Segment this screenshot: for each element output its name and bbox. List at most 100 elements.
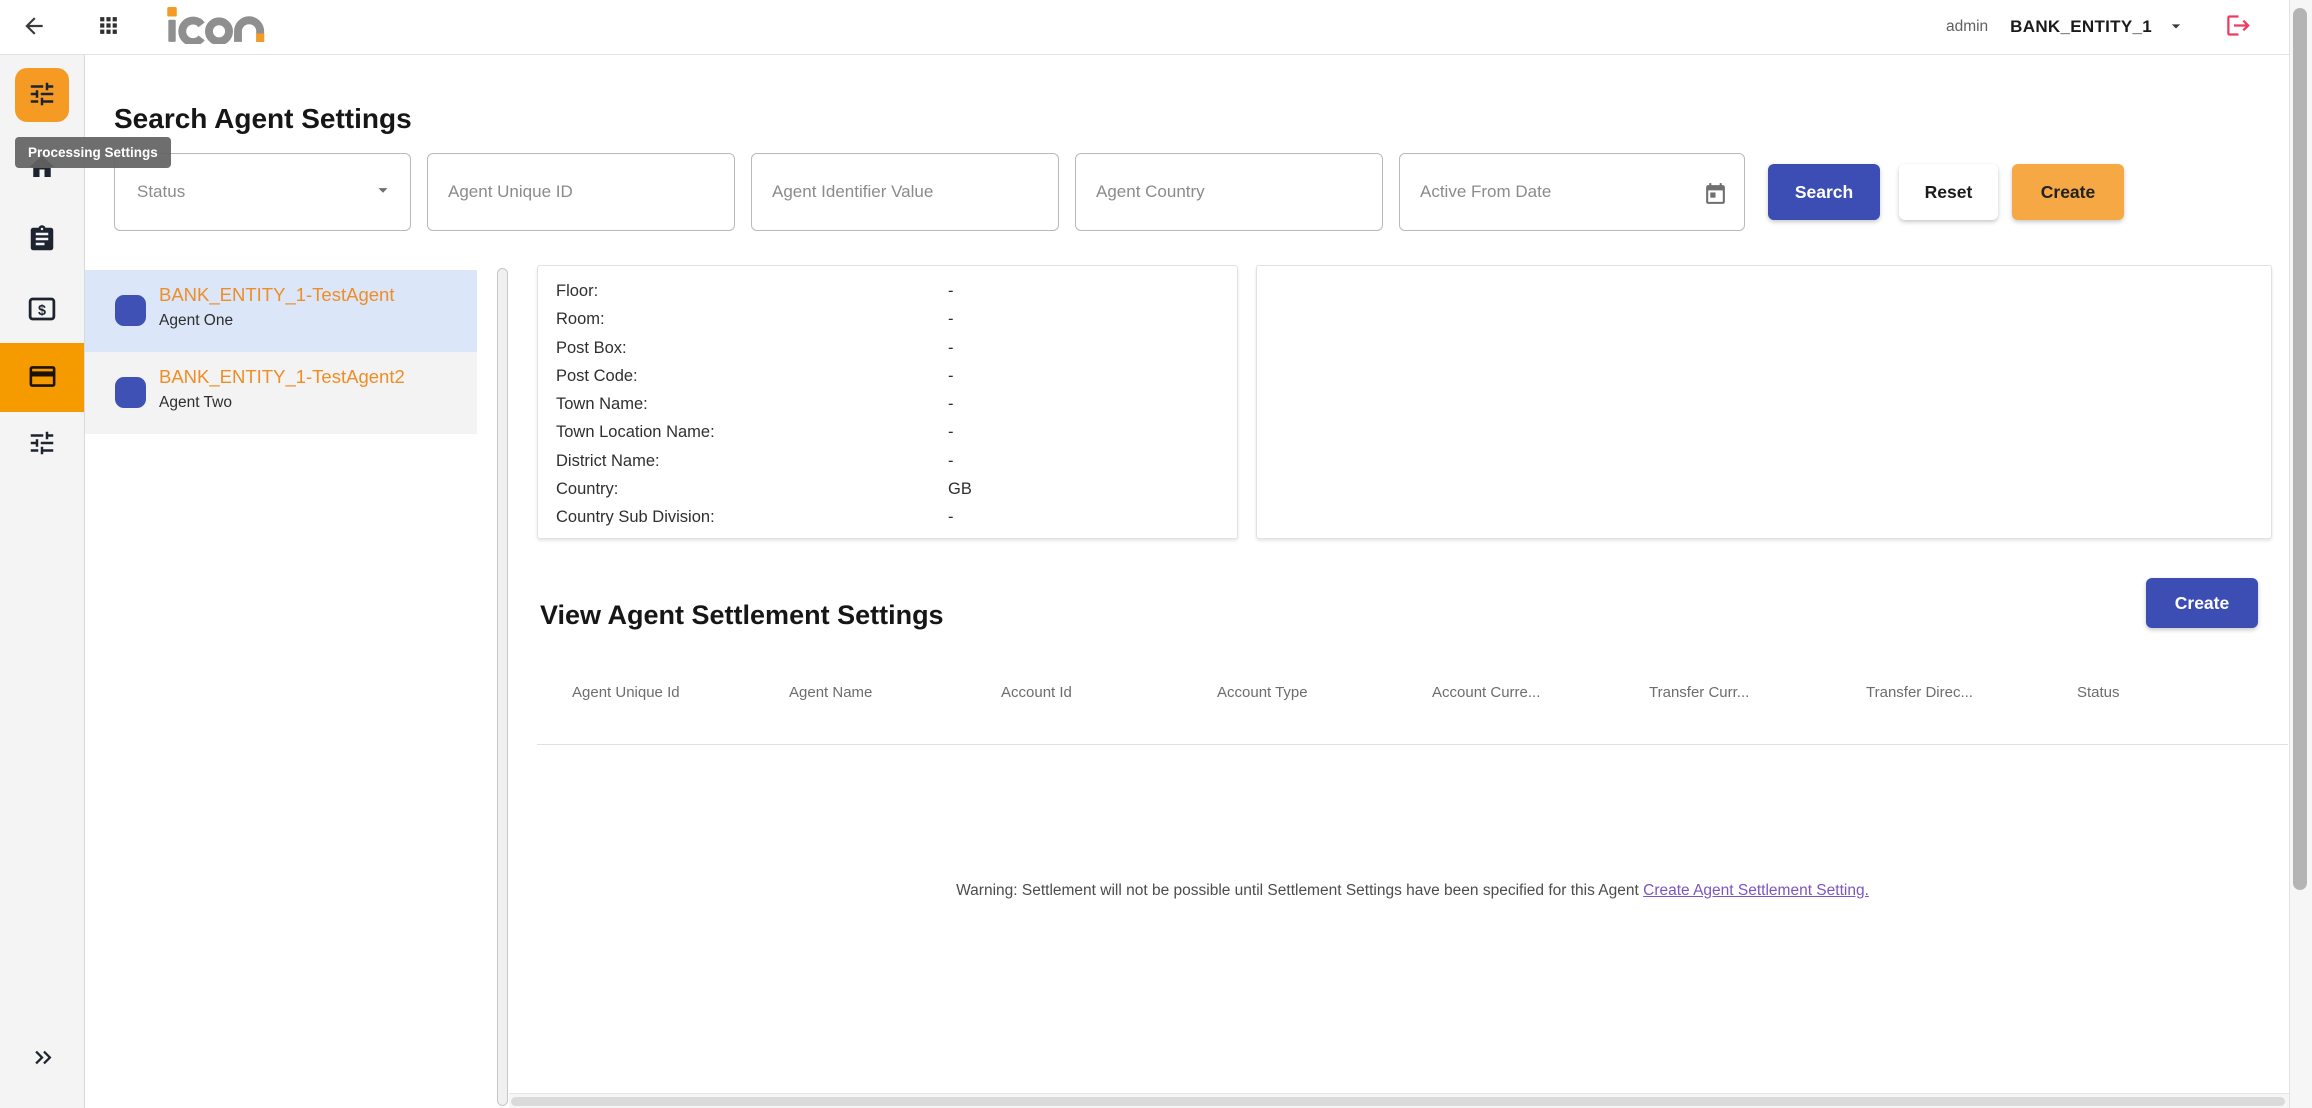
svg-text:$: $ [38,302,46,318]
clipboard-icon [27,224,57,257]
column-header-agent-name: Agent Name [789,684,872,701]
app-window: admin BANK_ENTITY_1 [0,0,2312,1108]
agent-country-input[interactable] [1076,154,1382,230]
arrow-left-icon [21,13,47,42]
processing-settings-tooltip: Processing Settings [15,137,171,168]
detail-label: District Name: [556,452,660,470]
column-header-account-id: Account Id [1001,684,1072,701]
column-header-account-type: Account Type [1217,684,1308,701]
sidebar: $ [0,55,85,1108]
detail-value: - [948,277,954,305]
content-horizontal-scrollbar-thumb[interactable] [511,1097,2285,1106]
sidebar-item-agent-settings-active[interactable] [0,343,84,412]
sidebar-item-tasks[interactable] [26,224,58,256]
dollar-icon: $ [27,294,57,327]
logout-button[interactable] [2218,7,2258,47]
sidebar-expand-button[interactable] [26,1043,58,1075]
detail-label: Post Box: [556,339,627,357]
table-header-divider [537,744,2288,745]
agent-country-field-wrap [1075,153,1383,231]
detail-pane-scrollbar[interactable] [496,266,509,1108]
detail-pane-scrollbar-thumb[interactable] [497,268,508,1106]
tune-sliders-icon-2 [27,428,57,461]
sidebar-item-payments[interactable]: $ [26,294,58,326]
column-header-status: Status [2077,684,2120,701]
agent-unique-id-input[interactable] [428,154,734,230]
settlement-warning: Warning: Settlement will not be possible… [537,882,2288,900]
detail-value: - [948,334,954,362]
create-settlement-button[interactable]: Create [2146,578,2258,628]
settlement-warning-text: Warning: Settlement will not be possible… [956,882,1639,899]
user-role-label: admin [1946,18,1988,36]
tune-sliders-icon [27,79,57,112]
active-from-date-input[interactable] [1400,154,1744,230]
double-chevron-right-icon [29,1044,56,1074]
agent-address-card: Floor: - Room: - Post Box: - Post Code: - To… [537,265,1238,539]
agent-list-item-selected[interactable]: BANK_ENTITY_1-TestAgent Agent One [85,270,477,352]
search-button[interactable]: Search [1768,164,1880,220]
chevron-down-icon [2166,16,2186,39]
top-bar: admin BANK_ENTITY_1 [0,0,2312,55]
agent-name-label: Agent Two [159,394,232,412]
apps-grid-icon [96,13,121,41]
column-header-transfer-direction: Transfer Direc... [1866,684,1973,701]
detail-label: Country Sub Division: [556,508,715,526]
detail-row: Town Location Name: - [538,418,1237,446]
agent-name-label: Agent One [159,312,233,330]
sidebar-item-processing-settings[interactable] [15,68,69,122]
calendar-icon[interactable] [1703,181,1728,209]
back-button[interactable] [14,7,54,47]
agent-unique-id-field-wrap [427,153,735,231]
detail-value: GB [948,475,972,503]
agent-list-item[interactable]: BANK_ENTITY_1-TestAgent2 Agent Two [85,352,477,434]
detail-value: - [948,305,954,333]
detail-value: - [948,362,954,390]
content-horizontal-scrollbar[interactable] [509,1093,2290,1108]
detail-value: - [948,390,954,418]
page-vertical-scrollbar-thumb[interactable] [2293,8,2307,890]
detail-label: Floor: [556,282,598,300]
detail-row: Town Name: - [538,390,1237,418]
page-vertical-scrollbar[interactable] [2289,0,2312,1108]
create-settlement-setting-link[interactable]: Create Agent Settlement Setting. [1643,882,1869,899]
agent-id-label: BANK_ENTITY_1-TestAgent [159,284,394,306]
column-header-account-currency: Account Curre... [1432,684,1540,701]
create-agent-button[interactable]: Create [2012,164,2124,220]
credit-card-icon [27,361,58,395]
column-header-agent-unique-id: Agent Unique Id [572,684,680,701]
detail-label: Post Code: [556,367,638,385]
entity-selector[interactable]: BANK_ENTITY_1 [2010,16,2186,39]
detail-value: - [948,503,954,531]
agent-secondary-card [1256,265,2272,539]
detail-label: Room: [556,310,605,328]
detail-row: Post Box: - [538,334,1237,362]
agent-avatar [115,295,146,326]
detail-label: Town Name: [556,395,648,413]
apps-grid-button[interactable] [88,7,128,47]
detail-row: Room: - [538,305,1237,333]
detail-value: - [948,447,954,475]
detail-row: Country Sub Division: - [538,503,1237,531]
agent-identifier-value-input[interactable] [752,154,1058,230]
topbar-right-group: admin BANK_ENTITY_1 [1946,0,2258,54]
icon-logo [164,6,274,49]
detail-row: Post Code: - [538,362,1237,390]
topbar-left-group [0,0,274,54]
reset-button[interactable]: Reset [1899,164,1998,220]
settlement-section-title: View Agent Settlement Settings [540,600,944,631]
detail-value: - [948,418,954,446]
logout-icon [2225,12,2252,42]
column-header-transfer-currency: Transfer Curr... [1649,684,1749,701]
sidebar-item-configuration[interactable] [26,428,58,460]
dropdown-arrow-icon [372,179,394,206]
detail-label: Town Location Name: [556,423,715,441]
entity-name: BANK_ENTITY_1 [2010,17,2152,37]
detail-row: Country: GB [538,475,1237,503]
agent-avatar [115,377,146,408]
status-select-label: Status [137,182,185,202]
agent-id-label: BANK_ENTITY_1-TestAgent2 [159,366,405,388]
page-title: Search Agent Settings [114,103,412,135]
detail-row: Floor: - [538,277,1237,305]
detail-label: Country: [556,480,618,498]
active-from-date-field-wrap [1399,153,1745,231]
